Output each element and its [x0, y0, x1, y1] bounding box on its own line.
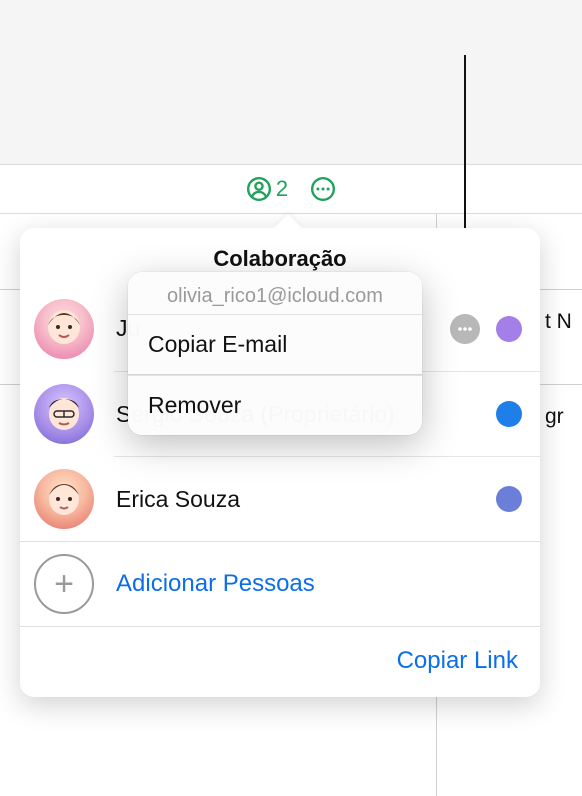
context-menu-email: olivia_rico1@icloud.com: [128, 272, 422, 314]
plus-icon: +: [34, 554, 94, 614]
remove-menu-item[interactable]: Remover: [128, 375, 422, 435]
avatar: [34, 469, 94, 529]
background-cell-text: gr: [545, 405, 564, 429]
popover-footer: Copiar Link: [20, 627, 540, 697]
add-people-button[interactable]: + Adicionar Pessoas: [20, 541, 540, 627]
background-cell-text: t N: [545, 310, 572, 334]
participant-name: Erica Souza: [116, 486, 496, 513]
presence-dot: [496, 486, 522, 512]
avatar: [34, 299, 94, 359]
person-icon: [246, 176, 272, 202]
memoji-icon: [34, 469, 94, 529]
add-people-label: Adicionar Pessoas: [116, 570, 315, 598]
ellipsis-icon: [457, 321, 473, 337]
participant-more-button[interactable]: [450, 314, 480, 344]
presence-dot: [496, 401, 522, 427]
memoji-icon: [34, 299, 94, 359]
toolbar: 2: [0, 164, 582, 214]
participant-context-menu: olivia_rico1@icloud.com Copiar E-mail Re…: [128, 272, 422, 435]
toolbar-more-button[interactable]: [310, 176, 336, 202]
avatar: [34, 384, 94, 444]
participant-row[interactable]: Erica Souza: [114, 456, 540, 541]
copy-link-button[interactable]: Copiar Link: [397, 647, 518, 675]
collaboration-button[interactable]: 2: [246, 176, 288, 202]
memoji-icon: [34, 384, 94, 444]
presence-dot: [496, 316, 522, 342]
collaboration-count: 2: [276, 176, 288, 202]
copy-email-menu-item[interactable]: Copiar E-mail: [128, 314, 422, 374]
